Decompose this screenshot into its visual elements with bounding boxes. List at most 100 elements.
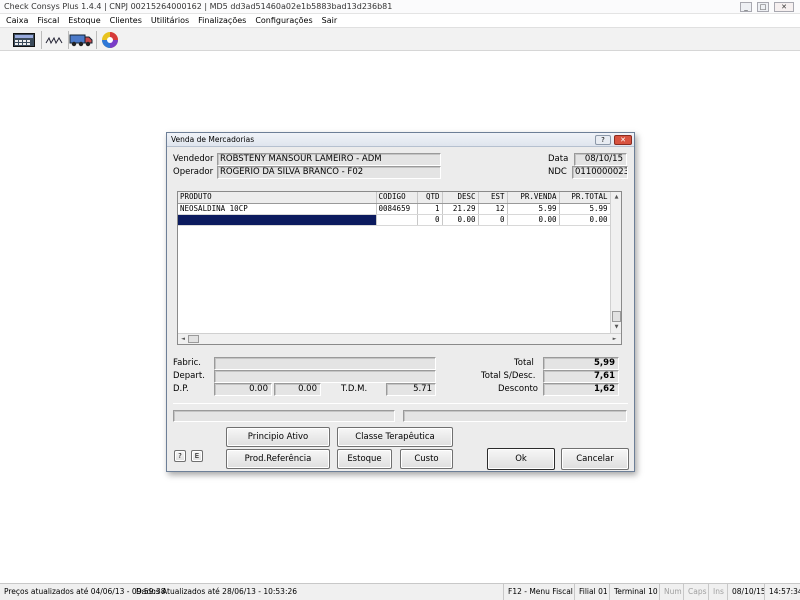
maximize-button[interactable]: □ — [757, 2, 769, 12]
status-dados: Dados Atualizados até 28/06/13 - 10:53:2… — [136, 587, 298, 596]
cell-est[interactable]: 12 — [478, 203, 508, 215]
calculator-icon[interactable] — [11, 31, 37, 49]
ndc-label: NDC — [548, 167, 567, 177]
cell-codigo[interactable]: 0084659 — [376, 203, 418, 215]
col-est[interactable]: EST — [478, 192, 508, 204]
status-menu-fiscal: F12 - Menu Fiscal — [503, 584, 573, 600]
ok-button[interactable]: Ok — [487, 448, 555, 470]
signature-icon[interactable] — [41, 31, 67, 49]
grid-header-row: PRODUTO CODIGO QTD DESC EST PR.VENDA PR.… — [178, 192, 611, 204]
depart-label: Depart. — [173, 371, 205, 381]
ndc-field[interactable]: 0110000023 — [572, 166, 628, 179]
operador-label: Operador — [173, 167, 214, 177]
info-panel-left — [173, 410, 395, 422]
toolbar — [0, 27, 800, 51]
cell-desc[interactable]: 0.00 — [442, 214, 479, 226]
status-num: Num — [659, 584, 682, 600]
products-grid[interactable]: PRODUTO CODIGO QTD DESC EST PR.VENDA PR.… — [177, 191, 622, 345]
estoque-button[interactable]: Estoque — [337, 449, 392, 469]
tdm-field[interactable]: 5.71 — [386, 383, 436, 396]
col-codigo[interactable]: CODIGO — [376, 192, 418, 204]
fabric-label: Fabric. — [173, 358, 201, 368]
e-button[interactable]: E — [191, 450, 203, 462]
scroll-h-thumb[interactable] — [188, 335, 199, 343]
dialog-help-button[interactable]: ? — [595, 135, 611, 145]
data-field[interactable]: 08/10/15 — [574, 153, 627, 166]
dp-field-2[interactable]: 0.00 — [274, 383, 321, 396]
help-button[interactable]: ? — [174, 450, 186, 462]
status-bar: Preços atualizados até 04/06/13 - 09:59:… — [0, 583, 800, 600]
col-desc[interactable]: DESC — [442, 192, 479, 204]
col-pr-venda[interactable]: PR.VENDA — [507, 192, 560, 204]
info-panel-right — [403, 410, 627, 422]
menu-configuracoes[interactable]: Configurações — [255, 14, 312, 27]
depart-field[interactable] — [214, 370, 436, 383]
delivery-truck-icon[interactable] — [68, 31, 94, 49]
cell-qtd[interactable]: 1 — [417, 203, 443, 215]
custo-button[interactable]: Custo — [400, 449, 453, 469]
close-button[interactable]: ✕ — [774, 2, 794, 12]
classe-terapeutica-button[interactable]: Classe Terapêutica — [337, 427, 453, 447]
menu-fiscal[interactable]: Fiscal — [37, 14, 59, 27]
prod-referencia-button[interactable]: Prod.Referência — [226, 449, 330, 469]
tdm-label: T.D.M. — [341, 384, 368, 394]
color-wheel-icon[interactable] — [97, 31, 123, 49]
scroll-left-icon[interactable]: ◄ — [179, 335, 187, 344]
menu-finalizacoes[interactable]: Finalizações — [198, 14, 246, 27]
menu-estoque[interactable]: Estoque — [68, 14, 100, 27]
cell-qtd[interactable]: 0 — [417, 214, 443, 226]
total-sdesc-label: Total S/Desc. — [481, 371, 536, 381]
scroll-thumb[interactable] — [612, 311, 621, 322]
divider — [173, 403, 628, 404]
vendedor-field[interactable]: ROBSTENY MANSOUR LAMEIRO - ADM — [217, 153, 441, 166]
menu-bar: Caixa Fiscal Estoque Clientes Utilitário… — [0, 14, 800, 27]
dialog-title-bar: Venda de Mercadorias — [167, 133, 634, 147]
dialog-close-button[interactable]: ✕ — [614, 135, 632, 145]
data-label: Data — [548, 154, 569, 164]
cell-produto[interactable] — [178, 214, 377, 226]
sales-dialog: Venda de Mercadorias ? ✕ Vendedor ROBSTE… — [166, 132, 635, 472]
status-time: 14:57:34 — [764, 584, 800, 600]
status-date: 08/10/15 — [727, 584, 766, 600]
status-filial: Filial 01 — [574, 584, 608, 600]
cancelar-button[interactable]: Cancelar — [561, 448, 629, 470]
menu-clientes[interactable]: Clientes — [110, 14, 142, 27]
desconto-field[interactable]: 1,62 — [543, 383, 619, 396]
status-ins: Ins — [708, 584, 724, 600]
dp-field-1[interactable]: 0.00 — [214, 383, 272, 396]
col-produto[interactable]: PRODUTO — [178, 192, 377, 204]
menu-utilitarios[interactable]: Utilitários — [151, 14, 189, 27]
minimize-button[interactable]: _ — [740, 2, 752, 12]
cell-desc[interactable]: 21.29 — [442, 203, 479, 215]
total-field[interactable]: 5,99 — [543, 357, 619, 370]
grid-horizontal-scrollbar[interactable]: ◄ ► — [178, 333, 621, 344]
table-row[interactable]: NEOSALDINA 10CP 0084659 1 21.29 12 5.99 … — [178, 203, 611, 215]
operador-field[interactable]: ROGERIO DA SILVA BRANCO - F02 — [217, 166, 441, 179]
cell-pr-total[interactable]: 5.99 — [559, 203, 611, 215]
cell-pr-total[interactable]: 0.00 — [559, 214, 611, 226]
cell-pr-venda[interactable]: 0.00 — [507, 214, 560, 226]
col-qtd[interactable]: QTD — [417, 192, 443, 204]
scroll-down-icon[interactable]: ▼ — [612, 323, 621, 332]
vendedor-label: Vendedor — [173, 154, 214, 164]
table-row-selected[interactable]: 0 0.00 0 0.00 0.00 — [178, 214, 611, 226]
menu-sair[interactable]: Sair — [322, 14, 338, 27]
dp-label: D.P. — [173, 384, 189, 394]
grid-vertical-scrollbar[interactable]: ▲ ▼ — [610, 192, 621, 333]
scroll-right-icon[interactable]: ► — [610, 335, 619, 344]
app-title: Check Consys Plus 1.4.4 | CNPJ 002152640… — [4, 2, 393, 11]
cell-codigo[interactable] — [376, 214, 418, 226]
app-title-bar: Check Consys Plus 1.4.4 | CNPJ 002152640… — [0, 0, 800, 14]
total-sdesc-field[interactable]: 7,61 — [543, 370, 619, 383]
desconto-label: Desconto — [498, 384, 538, 394]
cell-pr-venda[interactable]: 5.99 — [507, 203, 560, 215]
principio-ativo-button[interactable]: Principio Ativo — [226, 427, 330, 447]
scroll-up-icon[interactable]: ▲ — [612, 193, 621, 202]
col-pr-total[interactable]: PR.TOTAL — [559, 192, 611, 204]
fabric-field[interactable] — [214, 357, 436, 370]
cell-produto[interactable]: NEOSALDINA 10CP — [178, 203, 377, 215]
cell-est[interactable]: 0 — [478, 214, 508, 226]
total-label: Total — [514, 358, 534, 368]
menu-caixa[interactable]: Caixa — [6, 14, 28, 27]
status-terminal: Terminal 10 — [609, 584, 658, 600]
